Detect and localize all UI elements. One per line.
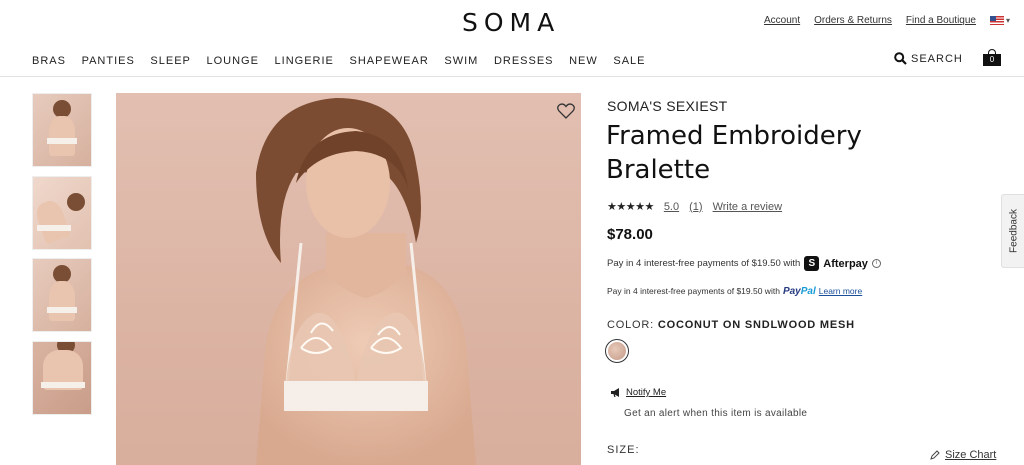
nav-item-lounge[interactable]: LOUNGE	[206, 55, 258, 67]
cart-count: 0	[983, 54, 1001, 66]
color-swatch-coconut[interactable]	[605, 339, 629, 363]
main-nav: BRAS PANTIES SLEEP LOUNGE LINGERIE SHAPE…	[32, 55, 646, 67]
nav-item-new[interactable]: NEW	[569, 55, 598, 67]
product-eyebrow: SOMA'S SEXIEST	[607, 98, 728, 114]
notify-me[interactable]: Notify Me	[610, 387, 666, 398]
thumbnail-3[interactable]	[32, 258, 92, 332]
write-review-link[interactable]: Write a review	[713, 201, 782, 213]
notify-alert-text: Get an alert when this item is available	[624, 408, 808, 419]
size-chart-link[interactable]: Size Chart	[945, 449, 996, 461]
nav-item-bras[interactable]: BRAS	[32, 55, 66, 67]
utility-nav: Account Orders & Returns Find a Boutique…	[764, 15, 1010, 26]
afterpay-icon: S	[804, 256, 820, 271]
header-divider	[0, 76, 1024, 77]
size-chart[interactable]: Size Chart	[930, 449, 996, 461]
soma-logo[interactable]: SOMA	[462, 8, 560, 37]
account-link[interactable]: Account	[764, 15, 800, 26]
nav-item-swim[interactable]: SWIM	[444, 55, 478, 67]
paypal-text: Pay in 4 interest-free payments of $19.5…	[607, 286, 780, 296]
paypal-learn-more-link[interactable]: Learn more	[819, 286, 862, 296]
chevron-down-icon: ▾	[1005, 16, 1010, 25]
paypal-message: Pay in 4 interest-free payments of $19.5…	[607, 286, 862, 297]
star-rating-icon: ★★★★★	[607, 201, 654, 213]
info-icon[interactable]: i	[871, 259, 881, 268]
megaphone-icon	[611, 388, 619, 398]
search-label: SEARCH	[911, 52, 963, 65]
color-value: COCONUT ON SNDLWOOD MESH	[657, 319, 855, 331]
product-price: $78.00	[607, 226, 653, 243]
nav-item-sleep[interactable]: SLEEP	[150, 55, 190, 67]
thumbnail-1[interactable]	[32, 93, 92, 167]
paypal-logo-part2: Pal	[800, 286, 816, 297]
feedback-tab[interactable]: Feedback	[1001, 194, 1024, 268]
locale-selector[interactable]: ▾	[989, 16, 1010, 25]
model-illustration	[256, 98, 476, 465]
search-icon	[894, 52, 907, 65]
color-label-prefix: COLOR:	[607, 319, 654, 331]
review-count[interactable]: (1)	[689, 201, 702, 213]
cart-button[interactable]: 0	[983, 49, 1001, 66]
size-label: SIZE:	[607, 444, 640, 456]
notify-me-link[interactable]: Notify Me	[626, 387, 666, 398]
nav-item-lingerie[interactable]: LINGERIE	[275, 55, 334, 67]
nav-item-shapewear[interactable]: SHAPEWEAR	[350, 55, 429, 67]
us-flag-icon	[989, 16, 1004, 25]
paypal-logo-part1: Pay	[782, 286, 801, 297]
product-title: Framed Embroidery Bralette	[606, 121, 862, 185]
nav-item-sale[interactable]: SALE	[613, 55, 645, 67]
nav-item-panties[interactable]: PANTIES	[82, 55, 135, 67]
find-boutique-link[interactable]: Find a Boutique	[906, 15, 976, 26]
thumbnail-2[interactable]	[32, 176, 92, 250]
rating-score[interactable]: 5.0	[664, 201, 679, 213]
color-label: COLOR: COCONUT ON SNDLWOOD MESH	[607, 319, 855, 331]
pencil-icon	[930, 450, 940, 460]
afterpay-text: Pay in 4 interest-free payments of $19.5…	[607, 258, 801, 269]
feedback-label: Feedback	[1008, 209, 1019, 253]
wishlist-heart-icon[interactable]	[557, 103, 575, 119]
orders-returns-link[interactable]: Orders & Returns	[814, 15, 892, 26]
thumbnail-4[interactable]	[32, 341, 92, 415]
afterpay-message: Pay in 4 interest-free payments of $19.5…	[607, 256, 881, 271]
rating-row: ★★★★★ 5.0 (1) Write a review	[607, 200, 782, 214]
nav-item-dresses[interactable]: DRESSES	[494, 55, 554, 67]
search-button[interactable]: SEARCH	[894, 52, 963, 65]
main-product-image[interactable]	[116, 93, 581, 465]
afterpay-brand: Afterpay	[823, 257, 868, 270]
